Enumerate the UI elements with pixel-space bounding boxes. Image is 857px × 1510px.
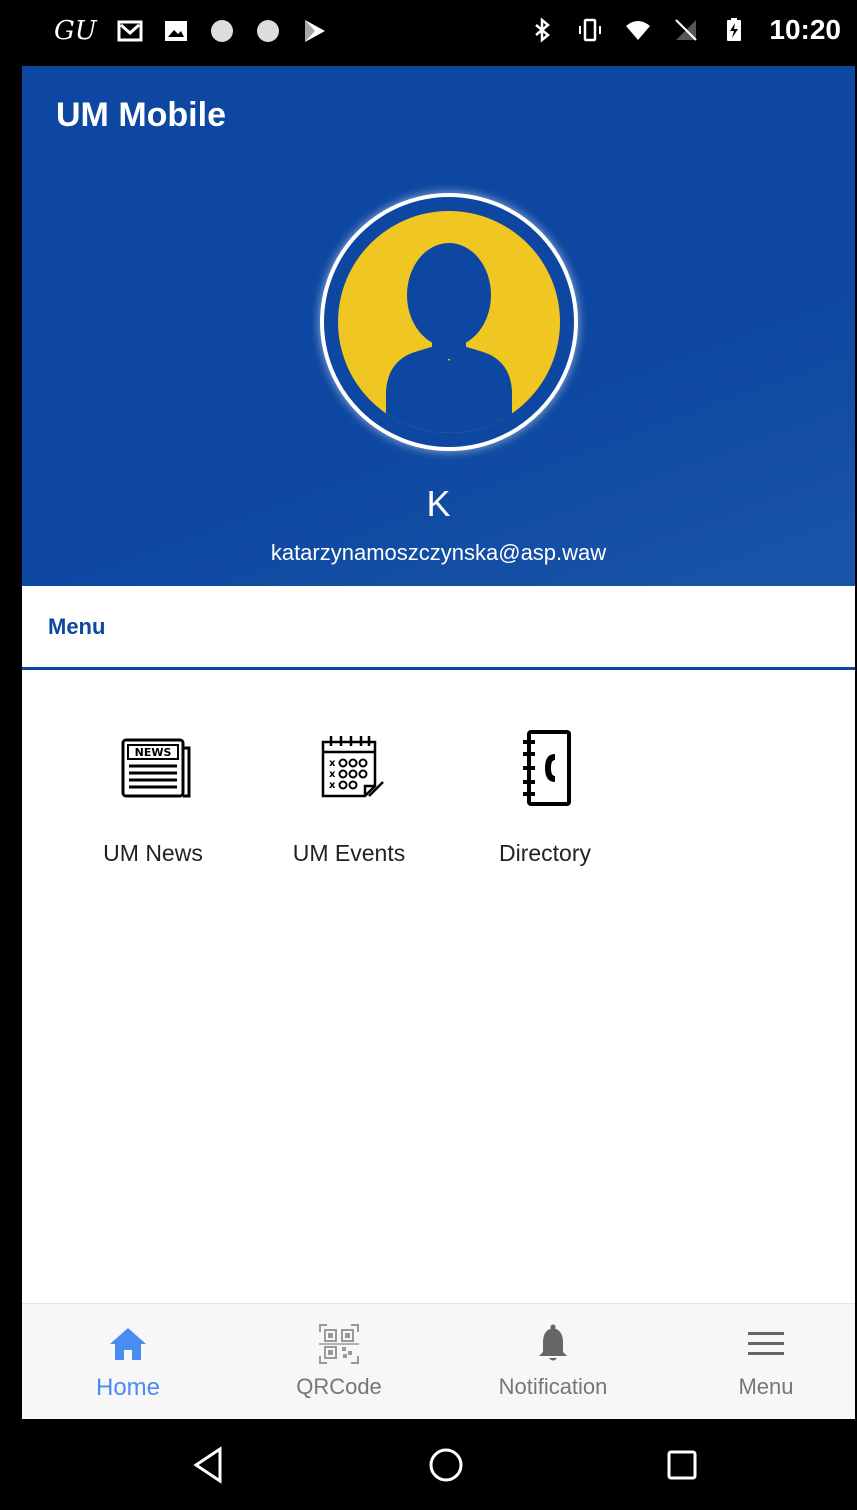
menu-item-um-news[interactable]: NEWS UM News — [53, 728, 253, 867]
no-sim-icon — [675, 19, 698, 41]
nav-qrcode[interactable]: QRCode — [235, 1304, 443, 1420]
bottom-nav: Home QRCode Notification Menu — [22, 1303, 855, 1419]
app-bar: UM Mobile — [22, 66, 855, 172]
news-icon: NEWS — [121, 738, 191, 798]
home-icon — [110, 1328, 146, 1360]
device-frame-left — [0, 0, 22, 1510]
app-title: UM Mobile — [56, 96, 226, 134]
svg-text:NEWS: NEWS — [135, 746, 172, 759]
home-circle-icon[interactable] — [426, 1445, 466, 1485]
bluetooth-icon — [535, 17, 551, 43]
calendar-icon: x x x — [321, 736, 384, 798]
carrier-glyph: GU — [54, 16, 97, 46]
wifi-icon — [626, 21, 651, 40]
circle-icon — [210, 20, 233, 42]
screen: GU 10:20 UM Mobile K katarzynamoszczynsk… — [22, 0, 855, 1510]
nav-notification[interactable]: Notification — [449, 1304, 657, 1420]
profile-initial: K — [426, 483, 451, 524]
menu-item-um-events[interactable]: x x x UM Events — [249, 728, 449, 867]
circle-icon — [256, 20, 279, 42]
svg-text:x: x — [329, 780, 336, 791]
image-icon — [164, 21, 187, 41]
menu-item-label: UM News — [103, 840, 203, 866]
gmail-icon — [117, 20, 143, 42]
avatar[interactable] — [320, 193, 578, 451]
menu-item-label: Directory — [498, 840, 591, 866]
nav-menu-label: Menu — [738, 1374, 794, 1399]
status-bar: GU 10:20 — [22, 0, 855, 66]
play-store-icon — [304, 20, 325, 42]
hamburger-icon — [748, 1332, 784, 1355]
bell-icon — [539, 1324, 567, 1361]
system-nav-bar — [22, 1419, 855, 1510]
user-silhouette-icon — [386, 243, 512, 433]
tab-menu[interactable]: Menu — [22, 586, 855, 670]
qr-code-icon — [319, 1324, 359, 1364]
menu-item-label: UM Events — [292, 840, 406, 866]
back-icon[interactable] — [190, 1445, 230, 1485]
nav-qrcode-label: QRCode — [296, 1374, 382, 1399]
recents-icon[interactable] — [662, 1445, 702, 1485]
tab-menu-label: Menu — [48, 614, 106, 639]
profile-email: katarzynamoszczynska@asp.waw — [270, 540, 607, 565]
phone-book-icon — [523, 730, 571, 806]
nav-home-label: Home — [95, 1374, 161, 1401]
nav-home[interactable]: Home — [24, 1304, 232, 1420]
vibrate-icon — [579, 18, 602, 42]
nav-menu[interactable]: Menu — [662, 1304, 855, 1420]
svg-text:x: x — [329, 758, 336, 769]
svg-text:x: x — [329, 769, 336, 780]
profile-header: K katarzynamoszczynska@asp.waw — [22, 172, 855, 586]
menu-item-directory[interactable]: Directory — [445, 728, 645, 867]
nav-notification-label: Notification — [498, 1374, 608, 1399]
battery-charging-icon — [727, 18, 742, 41]
status-time: 10:20 — [769, 14, 841, 45]
